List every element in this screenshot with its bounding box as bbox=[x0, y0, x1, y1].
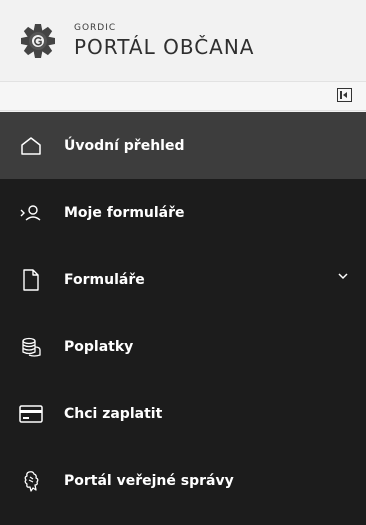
collapse-row bbox=[0, 82, 366, 111]
sidebar-nav: Úvodní přehled Moje formuláře Formuláře bbox=[0, 112, 366, 525]
brand: GORDIC PORTÁL OBČANA bbox=[74, 23, 255, 59]
nav-item-portal-verejne-spravy[interactable]: Portál veřejné správy bbox=[0, 447, 366, 514]
sidebar-collapse-icon[interactable] bbox=[337, 88, 352, 102]
nav-item-label: Moje formuláře bbox=[64, 204, 185, 221]
credit-card-icon bbox=[18, 402, 44, 426]
nav-item-label: Portál veřejné správy bbox=[64, 472, 234, 489]
home-icon bbox=[18, 134, 44, 158]
nav-item-uvodni-prehled[interactable]: Úvodní přehled bbox=[0, 112, 366, 179]
nav-item-poplatky[interactable]: Poplatky bbox=[0, 313, 366, 380]
brand-subtitle: GORDIC bbox=[74, 22, 117, 33]
nav-item-label: Poplatky bbox=[64, 338, 134, 355]
header: GORDIC PORTÁL OBČANA bbox=[0, 0, 366, 82]
coins-icon bbox=[18, 335, 44, 359]
nav-item-moje-formulare[interactable]: Moje formuláře bbox=[0, 179, 366, 246]
user-forms-icon bbox=[18, 201, 44, 225]
chevron-down-icon[interactable] bbox=[338, 272, 348, 280]
nav-item-label: Úvodní přehled bbox=[64, 137, 185, 154]
nav-item-label: Chci zaplatit bbox=[64, 405, 163, 422]
nav-item-chci-zaplatit[interactable]: Chci zaplatit bbox=[0, 380, 366, 447]
gordic-logo-icon[interactable] bbox=[18, 21, 58, 61]
nav-item-label: Formuláře bbox=[64, 271, 145, 288]
document-icon bbox=[18, 268, 44, 292]
lion-crest-icon bbox=[18, 469, 44, 493]
brand-title: PORTÁL OBČANA bbox=[74, 34, 255, 59]
nav-item-formulare[interactable]: Formuláře bbox=[0, 246, 366, 313]
app: GORDIC PORTÁL OBČANA Úvodní přehled Moje… bbox=[0, 0, 366, 525]
